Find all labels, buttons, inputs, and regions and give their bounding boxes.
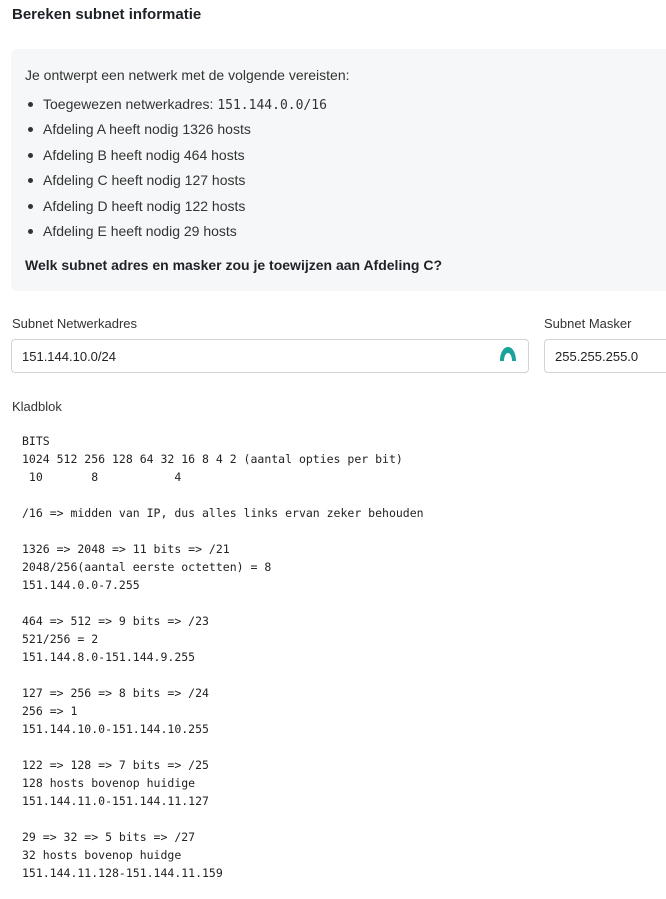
assigned-network-code: 151.144.0.0/16 xyxy=(217,98,327,113)
requirement-dept-d: Afdeling D heeft nodig 122 hosts xyxy=(25,194,327,219)
question-intro: Je ontwerpt een netwerk met de volgende … xyxy=(25,67,350,83)
password-manager-icon[interactable] xyxy=(499,346,517,362)
question-prompt: Welk subnet adres en masker zou je toewi… xyxy=(25,257,442,273)
network-address-input[interactable] xyxy=(11,339,529,373)
scratchpad-label: Kladblok xyxy=(12,399,62,414)
requirement-dept-a: Afdeling A heeft nodig 1326 hosts xyxy=(25,117,327,142)
question-panel: Je ontwerpt een netwerk met de volgende … xyxy=(11,49,666,291)
requirement-dept-c: Afdeling C heeft nodig 127 hosts xyxy=(25,168,327,193)
page-title: Bereken subnet informatie xyxy=(12,6,202,23)
network-address-label: Subnet Netwerkadres xyxy=(12,316,138,331)
requirements-list: Toegewezen netwerkadres: 151.144.0.0/16 … xyxy=(25,92,327,244)
requirement-text: Toegewezen netwerkadres: xyxy=(43,96,218,112)
scratchpad-textarea[interactable]: BITS 1024 512 256 128 64 32 16 8 4 2 (aa… xyxy=(22,432,424,882)
requirement-network: Toegewezen netwerkadres: 151.144.0.0/16 xyxy=(25,92,327,117)
subnet-mask-label: Subnet Masker xyxy=(544,316,632,331)
requirement-dept-e: Afdeling E heeft nodig 29 hosts xyxy=(25,219,327,244)
subnet-mask-input[interactable] xyxy=(544,339,666,373)
requirement-dept-b: Afdeling B heeft nodig 464 hosts xyxy=(25,143,327,168)
